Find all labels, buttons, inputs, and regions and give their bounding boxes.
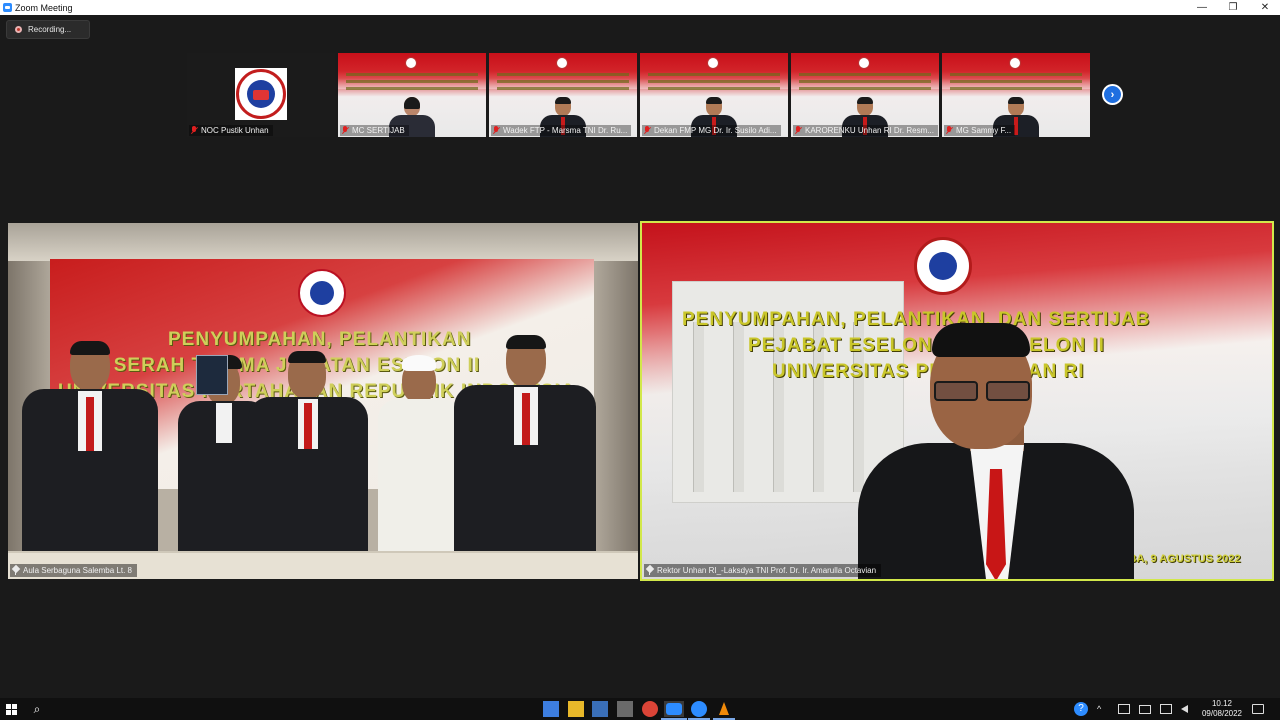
taskbar-app-icon[interactable] bbox=[592, 701, 608, 717]
official-figure bbox=[454, 335, 596, 555]
participant-thumbnail[interactable]: MG Sammy F... bbox=[942, 53, 1090, 137]
participant-name-label: MG Sammy F... bbox=[944, 125, 1016, 136]
mic-muted-icon bbox=[794, 126, 802, 135]
window-title: Zoom Meeting bbox=[15, 2, 73, 13]
participant-name: NOC Pustik Unhan bbox=[201, 126, 269, 135]
participant-name-label: MC SERTIJAB bbox=[340, 125, 409, 136]
taskbar-chrome-icon[interactable] bbox=[642, 701, 658, 717]
window-title-bar: Zoom Meeting — ❐ ✕ bbox=[0, 0, 1280, 15]
pin-icon bbox=[646, 566, 654, 575]
volume-icon[interactable] bbox=[1181, 698, 1188, 720]
mic-muted-icon bbox=[341, 126, 349, 135]
mic-muted-icon bbox=[945, 126, 953, 135]
chevron-up-icon[interactable]: ^ bbox=[1097, 698, 1101, 720]
participant-thumbnail[interactable]: MC SERTIJAB bbox=[338, 53, 486, 137]
pin-icon bbox=[12, 566, 20, 575]
participant-name: Dekan FMP MG Dr. Ir. Susilo Adi... bbox=[654, 126, 777, 135]
main-video-left[interactable]: PENYUMPAHAN, PELANTIKAN AN SERAH TERIMA … bbox=[8, 223, 638, 579]
participant-name: Wadek FTP - Marsma TNI Dr. Ru... bbox=[503, 126, 628, 135]
video-name-label: Aula Serbaguna Salemba Lt. 8 bbox=[10, 564, 137, 577]
windows-logo-icon bbox=[5, 703, 17, 715]
university-emblem bbox=[914, 237, 972, 295]
holy-book bbox=[196, 355, 228, 395]
search-button[interactable]: ⌕ bbox=[28, 698, 46, 720]
recording-indicator[interactable]: Recording... bbox=[6, 20, 90, 39]
video-name: Aula Serbaguna Salemba Lt. 8 bbox=[23, 566, 132, 575]
participant-thumbnail-strip: NOC Pustik Unhan MC SERTIJAB Wadek FTP -… bbox=[187, 53, 1093, 137]
network-icon[interactable] bbox=[1118, 698, 1130, 720]
university-logo bbox=[235, 68, 287, 120]
clock-time: 10.12 bbox=[1211, 699, 1233, 708]
windows-taskbar: ⌕ ? ^ 10.12 09/08/2022 bbox=[0, 698, 1280, 720]
clock-date: 09/08/2022 bbox=[1201, 709, 1243, 718]
close-button[interactable]: ✕ bbox=[1250, 0, 1280, 15]
notification-icon[interactable] bbox=[1252, 698, 1264, 720]
system-clock[interactable]: 10.12 09/08/2022 bbox=[1200, 699, 1244, 719]
next-page-button[interactable]: › bbox=[1102, 84, 1123, 105]
university-emblem bbox=[298, 269, 346, 317]
cleric-figure bbox=[378, 355, 462, 555]
participant-thumbnail[interactable]: Dekan FMP MG Dr. Ir. Susilo Adi... bbox=[640, 53, 788, 137]
participant-name: MG Sammy F... bbox=[956, 126, 1012, 135]
taskbar-file-explorer-icon[interactable] bbox=[568, 701, 584, 717]
taskbar-zoom-icon[interactable] bbox=[688, 701, 710, 720]
video-name: Rektor Unhan RI_-Laksdya TNI Prof. Dr. I… bbox=[657, 566, 877, 575]
recording-label: Recording... bbox=[28, 25, 72, 34]
mic-muted-icon bbox=[492, 126, 500, 135]
taskbar-app-icon[interactable] bbox=[617, 701, 633, 717]
participant-name-label: KARORENKU Unhan RI Dr. Resm... bbox=[793, 125, 938, 136]
participant-thumbnail[interactable]: NOC Pustik Unhan bbox=[187, 53, 335, 137]
glasses bbox=[934, 381, 1030, 401]
chevron-right-icon: › bbox=[1104, 86, 1121, 103]
language-icon[interactable] bbox=[1160, 698, 1172, 720]
taskbar-vlc-icon[interactable] bbox=[713, 701, 735, 720]
main-video-right-active-speaker[interactable]: PENYUMPAHAN, PELANTIKAN, DAN SERTIJAB PE… bbox=[640, 221, 1274, 581]
banner-line: PENYUMPAHAN, PELANTIKAN bbox=[168, 329, 472, 350]
participant-name-label: NOC Pustik Unhan bbox=[189, 125, 273, 136]
participant-name: MC SERTIJAB bbox=[352, 126, 405, 135]
zoom-app-icon bbox=[3, 3, 12, 12]
search-icon: ⌕ bbox=[33, 701, 41, 716]
official-figure bbox=[248, 351, 368, 555]
speaker-video bbox=[858, 319, 1134, 579]
minimize-button[interactable]: — bbox=[1187, 0, 1217, 15]
display-icon[interactable] bbox=[1139, 698, 1151, 720]
official-figure bbox=[22, 341, 158, 555]
video-name-label: Rektor Unhan RI_-Laksdya TNI Prof. Dr. I… bbox=[644, 564, 882, 577]
start-button[interactable] bbox=[0, 698, 22, 720]
participant-name-label: Dekan FMP MG Dr. Ir. Susilo Adi... bbox=[642, 125, 781, 136]
participant-name-label: Wadek FTP - Marsma TNI Dr. Ru... bbox=[491, 125, 632, 136]
mic-muted-icon bbox=[190, 126, 198, 135]
mic-muted-icon bbox=[643, 126, 651, 135]
taskbar-mail-icon[interactable] bbox=[543, 701, 559, 717]
help-icon[interactable]: ? bbox=[1074, 698, 1088, 720]
participant-name: KARORENKU Unhan RI Dr. Resm... bbox=[805, 126, 934, 135]
taskbar-zoom-meeting-icon[interactable] bbox=[661, 701, 687, 720]
participant-thumbnail[interactable]: KARORENKU Unhan RI Dr. Resm... bbox=[791, 53, 939, 137]
restore-button[interactable]: ❐ bbox=[1218, 0, 1248, 15]
recording-dot-icon bbox=[15, 26, 22, 33]
participant-thumbnail[interactable]: Wadek FTP - Marsma TNI Dr. Ru... bbox=[489, 53, 637, 137]
